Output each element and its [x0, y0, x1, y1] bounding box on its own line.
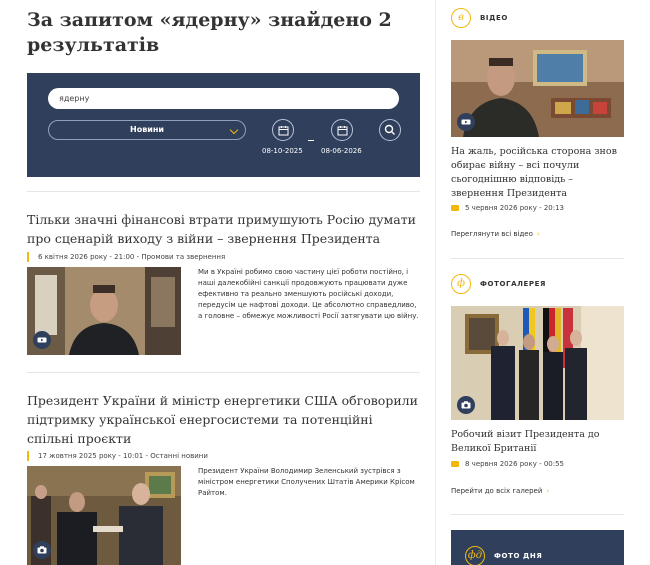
gallery-section-header: ф ФОТОГАЛЕРЕЯ: [451, 274, 546, 294]
chevron-right-icon: ›: [536, 230, 540, 238]
all-videos-link[interactable]: Переглянути всі відео ›: [451, 230, 540, 238]
video-photo: [451, 40, 624, 137]
photo-badge: [457, 396, 475, 414]
calendar-icon: [337, 126, 348, 136]
video-section-icon: в: [451, 8, 471, 28]
article-meta: 6 квітня 2026 року - 21:00 - Промови та …: [27, 252, 225, 262]
photo-of-the-day-block[interactable]: фд ФОТО ДНЯ: [451, 530, 624, 565]
date-from-button[interactable]: [272, 119, 294, 141]
date-to-value: 08-06-2026: [321, 147, 362, 155]
article-thumbnail[interactable]: [27, 466, 181, 565]
camera-icon: [37, 546, 47, 554]
video-section-header: в ВІДЕО: [451, 8, 508, 28]
chevron-down-icon: [229, 125, 239, 135]
video-caption-link[interactable]: На жаль, російська сторона знов обирає в…: [451, 145, 624, 201]
page-title: За запитом «ядерну» знайдено 2 результат…: [27, 9, 392, 56]
column-divider: [435, 0, 436, 565]
calendar-icon: [278, 126, 289, 136]
article-title-link[interactable]: Президент України й міністр енергетики С…: [27, 391, 420, 448]
divider: [451, 258, 624, 259]
article-title-link[interactable]: Тільки значні фінансові втрати примушуют…: [27, 210, 420, 248]
all-galleries-link[interactable]: Перейти до всіх галерей ›: [451, 487, 549, 495]
video-icon: [37, 337, 47, 343]
camera-icon: [451, 461, 459, 467]
video-icon: [451, 205, 459, 211]
divider: [451, 514, 624, 515]
date-range-separator: [308, 140, 314, 141]
video-badge: [33, 331, 51, 349]
gallery-thumbnail[interactable]: [451, 306, 624, 420]
gallery-caption-link[interactable]: Робочий візит Президента до Великої Брит…: [451, 428, 624, 456]
date-from-value: 08-10-2025: [262, 147, 303, 155]
photo-badge: [33, 541, 51, 559]
video-badge: [457, 113, 475, 131]
gallery-date: 8 червня 2026 року - 00:55: [465, 460, 564, 468]
divider: [27, 372, 420, 373]
photo-day-label: ФОТО ДНЯ: [494, 552, 543, 560]
search-button[interactable]: [379, 119, 401, 141]
video-date: 5 червня 2026 року - 20:13: [465, 204, 564, 212]
search-input[interactable]: [48, 88, 399, 109]
article-excerpt: Президент України Володимир Зеленський з…: [198, 467, 415, 497]
video-icon: [461, 119, 471, 125]
divider: [27, 191, 420, 192]
search-icon: [384, 124, 395, 135]
date-to-button[interactable]: [331, 119, 353, 141]
video-meta: 5 червня 2026 року - 20:13: [451, 204, 564, 212]
article-thumbnail[interactable]: [27, 267, 181, 355]
video-thumbnail[interactable]: [451, 40, 624, 137]
all-galleries-label: Перейти до всіх галерей: [451, 487, 543, 495]
video-section-label: ВІДЕО: [480, 14, 508, 22]
camera-icon: [461, 401, 471, 409]
all-videos-label: Переглянути всі відео: [451, 230, 533, 238]
search-panel: Новини 08-10-2025 08-06-2026: [27, 73, 420, 177]
section-select-value: Новини: [130, 125, 164, 134]
gallery-meta: 8 червня 2026 року - 00:55: [451, 460, 564, 468]
article-meta: 17 жовтня 2025 року - 10:01 - Останні но…: [27, 451, 208, 461]
gallery-photo: [451, 306, 624, 420]
chevron-right-icon: ›: [546, 487, 550, 495]
section-select[interactable]: Новини: [48, 120, 246, 140]
gallery-section-label: ФОТОГАЛЕРЕЯ: [480, 280, 546, 288]
article-excerpt: Ми в Україні робимо свою частину цієї ро…: [198, 268, 419, 320]
gallery-section-icon: ф: [451, 274, 471, 294]
photo-day-icon: фд: [465, 546, 485, 565]
